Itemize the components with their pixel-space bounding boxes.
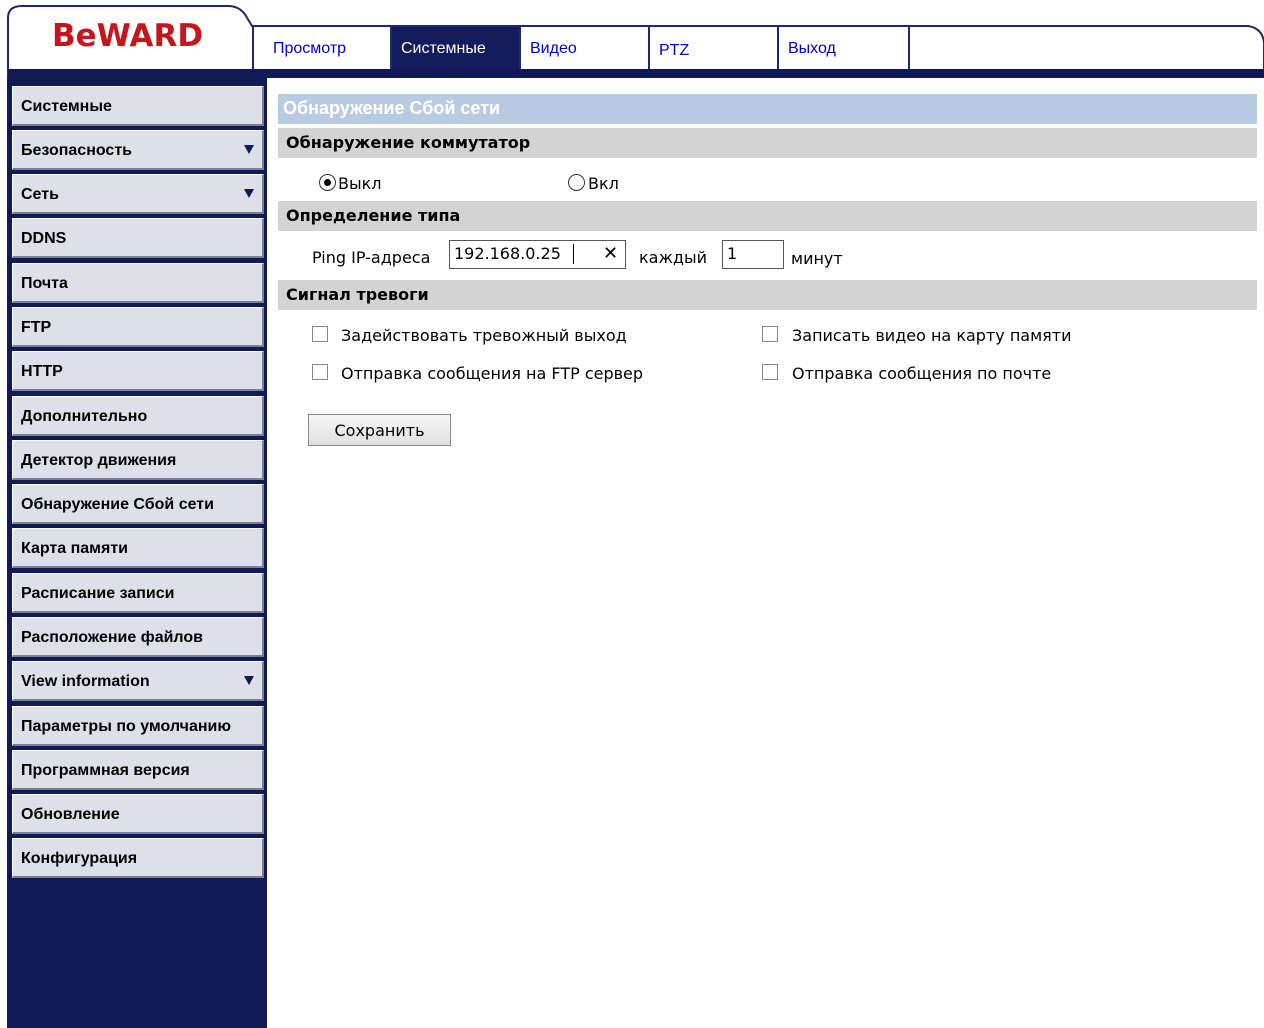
radio-off-label: Выкл — [338, 174, 382, 193]
tab-label: Видео — [530, 40, 577, 57]
sidebar-item-file-location[interactable]: Расположение файлов — [12, 617, 264, 657]
sidebar-item-label: DDNS — [21, 230, 67, 247]
sidebar-item-network[interactable]: Сеть — [12, 174, 264, 214]
interval-input[interactable]: 1 — [722, 240, 784, 269]
sidebar-item-label: Конфигурация — [21, 850, 138, 867]
sidebar-item-label: Системные — [21, 98, 112, 115]
close-icon[interactable]: ✕ — [603, 243, 618, 264]
tab-label: Выход — [788, 40, 836, 57]
sidebar-item-record-schedule[interactable]: Расписание записи — [12, 573, 264, 613]
sidebar-item-label: FTP — [21, 319, 52, 336]
sidebar-item-advanced[interactable]: Дополнительно — [12, 396, 264, 436]
ping-ip-label: Ping IP-адреса — [312, 248, 431, 267]
ftp-send-checkbox[interactable] — [312, 364, 328, 380]
ping-ip-value: 192.168.0.25 — [454, 244, 561, 263]
page-title: Обнаружение Сбой сети — [278, 94, 1257, 124]
radio-off[interactable] — [319, 174, 336, 191]
header: BeWARD Просмотр Системные Видео PTZ Выхо… — [0, 0, 1264, 78]
sidebar-item-ftp[interactable]: FTP — [12, 307, 264, 347]
sidebar-item-system[interactable]: Системные — [12, 86, 264, 126]
sidebar-item-label: Обнаружение Сбой сети — [21, 496, 214, 513]
tab-system[interactable]: Системные — [392, 27, 521, 69]
tab-label: Просмотр — [273, 40, 347, 57]
sidebar-item-label: Обновление — [21, 806, 120, 823]
triangle-down-icon — [244, 145, 254, 154]
record-sd-label: Записать видео на карту памяти — [792, 326, 1072, 345]
sidebar-item-label: Параметры по умолчанию — [21, 718, 231, 735]
sidebar-item-factory-default[interactable]: Параметры по умолчанию — [12, 706, 264, 746]
beward-logo: BeWARD — [52, 18, 204, 54]
sidebar-item-http[interactable]: HTTP — [12, 351, 264, 391]
every-label: каждый — [639, 248, 707, 267]
section-type-definition: Определение типа — [278, 201, 1257, 231]
triangle-down-icon — [244, 676, 254, 685]
alarm-output-checkbox[interactable] — [312, 326, 328, 342]
minutes-label: минут — [791, 249, 843, 268]
radio-on-label: Вкл — [588, 174, 619, 193]
sidebar-item-label: Расписание записи — [21, 585, 175, 602]
tab-exit[interactable]: Выход — [779, 27, 910, 69]
sidebar-item-label: Дополнительно — [21, 408, 148, 425]
sidebar-item-mail[interactable]: Почта — [12, 263, 264, 303]
sidebar-item-label: HTTP — [21, 363, 63, 380]
sidebar-item-network-failure[interactable]: Обнаружение Сбой сети — [12, 484, 264, 524]
tab-label: PTZ — [659, 42, 690, 59]
sidebar-item-view-information[interactable]: View information — [12, 661, 264, 701]
sidebar-item-label: View information — [21, 673, 150, 690]
top-nav-tabs: Просмотр Системные Видео PTZ Выход — [264, 27, 910, 69]
sidebar-item-software-version[interactable]: Программная версия — [12, 750, 264, 790]
sidebar-item-upgrade[interactable]: Обновление — [12, 794, 264, 834]
tab-label: Системные — [401, 40, 486, 57]
sidebar-item-configuration[interactable]: Конфигурация — [12, 838, 264, 878]
interval-value: 1 — [727, 244, 738, 263]
section-alarm: Сигнал тревоги — [278, 280, 1257, 310]
text-caret — [573, 244, 574, 264]
ftp-send-label: Отправка сообщения на FTP сервер — [341, 364, 644, 383]
tab-ptz[interactable]: PTZ — [650, 27, 779, 69]
sidebar-item-label: Программная версия — [21, 762, 190, 779]
sidebar: Системные Безопасность Сеть DDNS Почта F… — [7, 78, 267, 1028]
mail-send-label: Отправка сообщения по почте — [792, 364, 1052, 383]
sidebar-item-label: Почта — [21, 275, 68, 292]
section-switch-detection: Обнаружение коммутатор — [278, 128, 1257, 158]
tab-view[interactable]: Просмотр — [264, 27, 392, 69]
mail-send-checkbox[interactable] — [762, 364, 778, 380]
radio-on[interactable] — [568, 174, 585, 191]
triangle-down-icon — [244, 189, 254, 198]
record-sd-checkbox[interactable] — [762, 326, 778, 342]
sidebar-item-memory-card[interactable]: Карта памяти — [12, 528, 264, 568]
sidebar-item-label: Детектор движения — [21, 452, 177, 469]
alarm-output-label: Задействовать тревожный выход — [341, 326, 627, 345]
sidebar-item-motion-detection[interactable]: Детектор движения — [12, 440, 264, 480]
sidebar-item-label: Сеть — [21, 186, 59, 203]
ping-ip-input[interactable]: 192.168.0.25 — [449, 240, 626, 269]
tab-video[interactable]: Видео — [521, 27, 650, 69]
sidebar-item-security[interactable]: Безопасность — [12, 130, 264, 170]
sidebar-item-label: Карта памяти — [21, 540, 129, 557]
sidebar-item-label: Расположение файлов — [21, 629, 203, 646]
sidebar-item-ddns[interactable]: DDNS — [12, 218, 264, 258]
sidebar-item-label: Безопасность — [21, 142, 132, 159]
save-button[interactable]: Сохранить — [308, 414, 451, 446]
